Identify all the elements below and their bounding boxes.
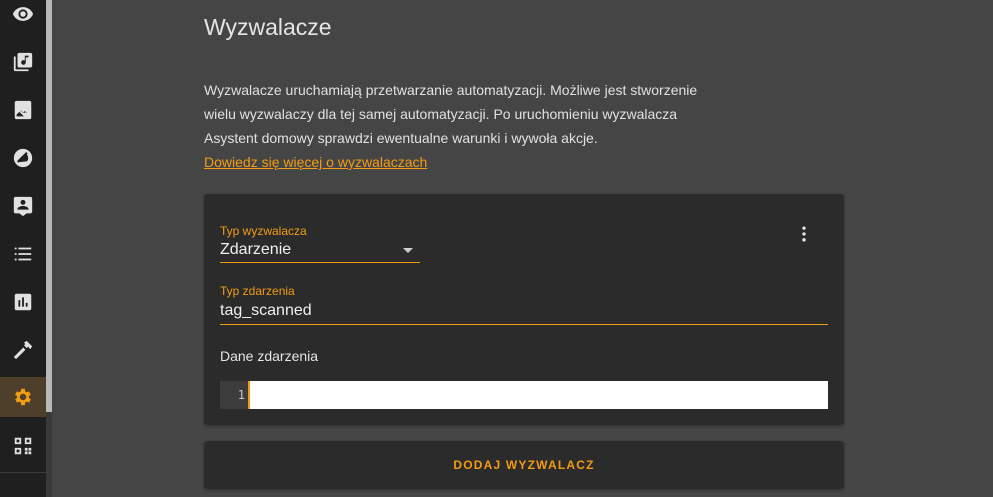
sidebar-item-settings[interactable] [0,377,46,417]
sidebar-divider [0,472,46,473]
sidebar-item-image-search[interactable] [0,90,46,130]
eye-icon [12,7,34,21]
image-search-icon [14,100,32,120]
trigger-type-label: Typ wyzwalacza [220,224,307,238]
page-title: Wyzwalacze [204,14,332,40]
trigger-type-underline [220,262,420,263]
event-data-editor[interactable]: 1 [220,381,828,409]
learn-more-link[interactable]: Dowiedz się więcej o wyzwalaczach [204,154,427,170]
sidebar-item-history[interactable] [0,282,46,322]
chevron-down-icon [403,248,413,253]
sidebar-item-developer-tools[interactable] [0,330,46,370]
bar-chart-icon [14,293,32,311]
editor-content[interactable] [250,381,828,409]
sidebar-item-list[interactable] [0,234,46,274]
intro-line: Asystent domowy sprawdzi ewentualne waru… [204,130,598,146]
trigger-menu-button[interactable] [794,222,814,246]
sidebar-scrollbar[interactable] [46,0,52,497]
sidebar-scrollbar-thumb[interactable] [46,0,52,412]
event-type-value: tag_scanned [220,302,312,319]
trigger-type-value: Zdarzenie [220,241,292,258]
event-type-underline [220,324,828,325]
add-trigger-button[interactable]: DODAJ WYZWALACZ [447,457,600,473]
trigger-type-select[interactable]: Zdarzenie [220,238,420,264]
sidebar-item-no-entry[interactable] [0,138,46,178]
sidebar-item-media[interactable] [0,42,46,82]
media-library-icon [13,52,33,72]
hammer-icon [13,340,33,360]
no-entry-icon [13,148,33,168]
sidebar [0,0,46,497]
intro-line: wielu wyzwalaczy dla tej samej automatyz… [204,106,678,122]
sidebar-item-qr[interactable] [0,426,46,466]
list-icon [14,247,32,261]
intro-line: Wyzwalacze uruchamiają przetwarzanie aut… [204,82,698,98]
sidebar-item-account-message[interactable] [0,186,46,226]
more-vertical-icon [802,226,806,242]
sidebar-item-overview[interactable] [0,0,46,34]
event-type-input[interactable]: tag_scanned [220,298,828,326]
intro-text: Wyzwalacze uruchamiają przetwarzanie aut… [204,78,764,174]
qr-code-icon [14,437,32,455]
event-data-label: Dane zdarzenia [220,348,319,364]
account-message-icon [13,196,33,217]
trigger-card: Typ wyzwalacza Zdarzenie Typ zdarzenia t… [204,194,844,425]
event-type-label: Typ zdarzenia [220,284,295,298]
add-trigger-card: DODAJ WYZWALACZ [204,441,844,489]
line-number: 1 [220,381,248,409]
gear-icon [15,388,31,406]
